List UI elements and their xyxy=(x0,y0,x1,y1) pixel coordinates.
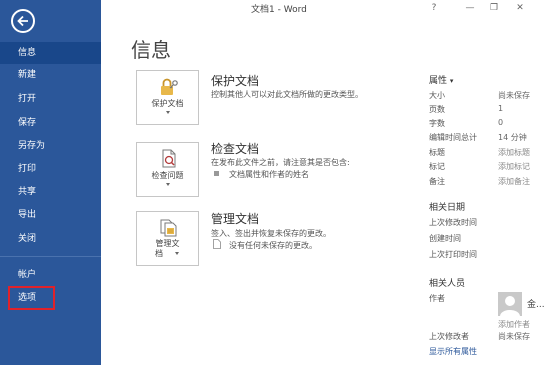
last-printed-label: 上次打印时间 xyxy=(429,250,477,259)
bullet-icon xyxy=(214,171,219,176)
protect-document-button-label: 保护文档 xyxy=(151,99,184,108)
minimize-button[interactable]: — xyxy=(459,0,481,16)
nav-item-open[interactable]: 打开 xyxy=(0,88,101,110)
nav-item-save[interactable]: 保存 xyxy=(0,112,101,134)
add-comments-field[interactable]: 添加备注 xyxy=(498,176,530,187)
protect-document-description: 控制其他人可以对此文档所做的更改类型。 xyxy=(211,90,363,99)
nav-item-print[interactable]: 打印 xyxy=(0,158,101,180)
properties-heading-label: 属性 xyxy=(429,76,448,86)
prop-value-words: 0 xyxy=(498,118,504,127)
prop-value-size: 尚未保存 xyxy=(498,91,530,100)
prop-label-pages: 页数 xyxy=(429,105,445,114)
nav-item-close[interactable]: 关闭 xyxy=(0,228,101,250)
lock-key-icon xyxy=(161,78,178,95)
prop-value-editing-time: 14 分钟 xyxy=(498,133,527,142)
manage-document-button[interactable]: 管理文 档 xyxy=(136,211,199,266)
author-name[interactable]: 金... xyxy=(527,297,545,310)
manage-documents-icon xyxy=(160,219,177,237)
nav-item-export[interactable]: 导出 xyxy=(0,204,101,226)
window-title: 文档1 - Word xyxy=(251,5,307,15)
manage-document-heading: 管理文档 xyxy=(211,212,260,226)
nav-item-account[interactable]: 帐户 xyxy=(0,264,101,286)
document-check-icon xyxy=(162,149,176,168)
prop-label-tags: 标记 xyxy=(429,162,445,171)
prop-label-editing-time: 编辑时间总计 xyxy=(429,133,477,142)
person-icon xyxy=(500,296,520,316)
options-highlight-box xyxy=(8,286,55,310)
inspect-document-heading: 检查文档 xyxy=(211,142,260,156)
last-modified-by-label: 上次修改者 xyxy=(429,332,469,341)
prop-value-pages: 1 xyxy=(498,104,504,113)
check-issues-button-label: 检查问题 xyxy=(151,171,184,180)
close-button[interactable]: ✕ xyxy=(509,0,531,16)
nav-item-new[interactable]: 新建 xyxy=(0,64,101,86)
prop-label-comments: 备注 xyxy=(429,177,445,186)
manage-document-item: 没有任何未保存的更改。 xyxy=(229,241,317,250)
protect-document-button[interactable]: 保护文档 xyxy=(136,70,199,125)
add-author-field[interactable]: 添加作者 xyxy=(498,319,530,330)
nav-item-save-as[interactable]: 另存为 xyxy=(0,135,101,157)
inspect-document-description: 在发布此文件之前，请注意其是否包含: xyxy=(211,158,350,167)
page-title: 信息 xyxy=(131,38,171,62)
add-title-field[interactable]: 添加标题 xyxy=(498,147,530,158)
last-modified-by-value: 尚未保存 xyxy=(498,332,530,341)
chevron-down-icon xyxy=(175,252,179,255)
nav-item-share[interactable]: 共享 xyxy=(0,181,101,203)
help-button[interactable]: ? xyxy=(423,0,445,16)
document-icon xyxy=(213,239,221,249)
inspect-document-item: 文档属性和作者的姓名 xyxy=(229,170,309,179)
backstage-sidebar: 信息 新建 打开 保存 另存为 打印 共享 导出 关闭 帐户 选项 xyxy=(0,0,101,365)
manage-document-description: 签入、签出并恢复未保存的更改。 xyxy=(211,229,331,238)
created-label: 创建时间 xyxy=(429,234,461,243)
avatar[interactable] xyxy=(498,292,522,316)
restore-button[interactable]: ❐ xyxy=(483,0,505,16)
last-modified-label: 上次修改时间 xyxy=(429,218,477,227)
prop-label-size: 大小 xyxy=(429,91,445,100)
protect-document-heading: 保护文档 xyxy=(211,74,260,88)
check-issues-button[interactable]: 检查问题 xyxy=(136,142,199,197)
chevron-down-icon: ▾ xyxy=(449,77,454,85)
related-people-heading: 相关人员 xyxy=(429,279,466,289)
add-tags-field[interactable]: 添加标记 xyxy=(498,161,530,172)
nav-item-info[interactable]: 信息 xyxy=(0,42,101,64)
author-label: 作者 xyxy=(429,294,445,303)
back-arrow-icon xyxy=(17,15,28,27)
show-all-properties-link[interactable]: 显示所有属性 xyxy=(429,346,477,357)
manage-document-button-label-line1: 管理文 xyxy=(155,239,180,248)
prop-label-title: 标题 xyxy=(429,148,445,157)
prop-label-words: 字数 xyxy=(429,119,445,128)
chevron-down-icon xyxy=(166,111,170,114)
title-bar: 文档1 - Word ? — ❐ ✕ xyxy=(101,0,554,18)
nav-divider xyxy=(0,256,101,257)
related-dates-heading: 相关日期 xyxy=(429,203,466,213)
chevron-down-icon xyxy=(166,183,170,186)
back-button[interactable] xyxy=(11,9,35,33)
properties-heading[interactable]: 属性 ▾ xyxy=(429,73,453,86)
